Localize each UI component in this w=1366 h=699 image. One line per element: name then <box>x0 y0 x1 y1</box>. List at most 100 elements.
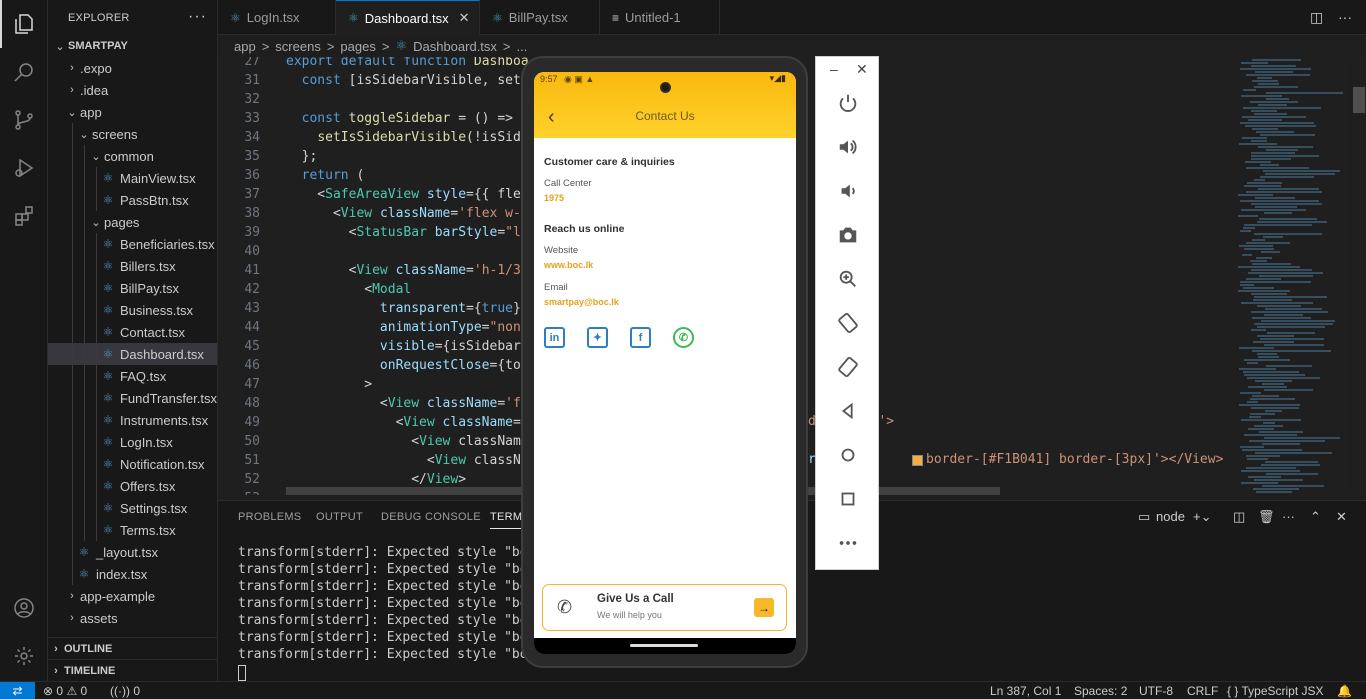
split-editor-icon[interactable]: ◫ <box>1310 9 1323 26</box>
scrollbar-thumb[interactable] <box>1353 87 1365 113</box>
arrow-right-icon[interactable]: → <box>754 598 774 617</box>
account-icon[interactable] <box>0 584 48 632</box>
more-actions-icon[interactable]: ··· <box>188 8 207 26</box>
file-item[interactable]: ⚛ _layout.tsx <box>48 541 217 563</box>
volume-up-icon[interactable] <box>816 127 880 167</box>
tab-debug-console[interactable]: DEBUG CONSOLE <box>381 511 481 523</box>
volume-down-icon[interactable] <box>816 171 880 211</box>
ports-status[interactable]: ((·)) 0 <box>110 684 140 698</box>
file-item[interactable]: ⚛ PassBtn.tsx <box>48 189 217 211</box>
twitter-icon[interactable]: ✦ <box>587 327 608 348</box>
folder-item[interactable]: ⌄ common <box>48 145 217 167</box>
code-line[interactable]: return ( <box>286 168 365 183</box>
problems-status[interactable]: ⊗ 0 ⚠ 0 <box>43 684 87 698</box>
search-icon[interactable] <box>0 48 48 96</box>
more-actions-icon[interactable]: ··· <box>1338 9 1352 25</box>
give-us-a-call-button[interactable]: ✆ Give Us a Call We will help you → <box>542 584 787 631</box>
linkedin-icon[interactable]: in <box>544 327 565 348</box>
more-options-icon[interactable] <box>816 523 880 563</box>
kill-terminal-icon[interactable]: 🗑 <box>1258 509 1275 525</box>
source-control-icon[interactable] <box>0 96 48 144</box>
file-item[interactable]: ⚛ Business.tsx <box>48 299 217 321</box>
close-icon[interactable]: ✕ <box>856 61 868 78</box>
breadcrumb-item[interactable]: ... <box>517 39 528 54</box>
folder-item[interactable]: › .idea <box>48 79 217 101</box>
code-line[interactable]: const [isSidebarVisible, set <box>286 73 521 88</box>
file-item[interactable]: ⚛ index.tsx <box>48 563 217 585</box>
vertical-scrollbar[interactable] <box>1352 57 1366 495</box>
breadcrumb-item[interactable]: screens <box>275 39 321 54</box>
terminal-shell-label[interactable]: node <box>1156 509 1185 524</box>
tab-problems[interactable]: PROBLEMS <box>238 511 302 523</box>
folder-item[interactable]: ⌄ app <box>48 101 217 123</box>
extensions-icon[interactable] <box>0 192 48 240</box>
outline-section[interactable]: › OUTLINE <box>48 637 217 659</box>
rotate-left-icon[interactable] <box>816 303 880 343</box>
code-line[interactable]: export default function Dashboa <box>286 57 529 69</box>
website-link[interactable]: www.boc.lk <box>544 260 593 270</box>
code-line[interactable]: setIsSidebarVisible(!isSide <box>286 130 528 145</box>
file-item[interactable]: ⚛ BillPay.tsx <box>48 277 217 299</box>
home-icon[interactable] <box>816 435 880 475</box>
code-line[interactable]: <View className= <box>286 415 521 430</box>
minimap[interactable] <box>1230 57 1350 495</box>
timeline-section[interactable]: › TIMELINE <box>48 659 217 681</box>
language-mode[interactable]: { } TypeScript JSX <box>1227 684 1324 698</box>
notifications-bell-icon[interactable]: 🔔 <box>1337 684 1352 698</box>
home-gesture-pill[interactable] <box>630 644 698 647</box>
breadcrumb-item[interactable]: app <box>234 39 256 54</box>
indentation[interactable]: Spaces: 2 <box>1074 684 1127 698</box>
file-item[interactable]: ⚛ Settings.tsx <box>48 497 217 519</box>
tab-output[interactable]: OUTPUT <box>316 511 363 523</box>
more-actions-icon[interactable]: ··· <box>1282 509 1295 524</box>
close-panel-icon[interactable]: ✕ <box>1336 509 1347 525</box>
code-line[interactable]: <View classNam <box>286 434 521 449</box>
folder-item[interactable]: › .expo <box>48 57 217 79</box>
settings-gear-icon[interactable] <box>0 632 48 680</box>
maximize-panel-icon[interactable]: ⌃ <box>1310 509 1321 525</box>
folder-item[interactable]: › app-example <box>48 585 217 607</box>
camera-icon[interactable] <box>816 215 880 255</box>
close-tab-icon[interactable]: ✕ <box>459 10 470 26</box>
file-item[interactable]: ⚛ Dashboard.tsx <box>48 343 217 365</box>
file-item[interactable]: ⚛ Beneficiaries.tsx <box>48 233 217 255</box>
project-root[interactable]: ⌄ SMARTPAY <box>48 35 217 57</box>
code-line[interactable]: <SafeAreaView style={{ flex <box>286 187 528 202</box>
zoom-icon[interactable] <box>816 259 880 299</box>
code-line[interactable]: <View classNa <box>286 453 529 468</box>
run-debug-icon[interactable] <box>0 144 48 192</box>
tab-dashboard[interactable]: ⚛ Dashboard.tsx ✕ <box>336 0 480 35</box>
code-line[interactable]: <View className='fl <box>286 396 529 411</box>
split-terminal-icon[interactable]: ◫ <box>1233 509 1245 525</box>
phone-screen[interactable]: 9:57 ◉ ▣ ▲ ▾◢▮ ‹ Contact Us Customer car… <box>534 72 796 654</box>
cursor-position[interactable]: Ln 387, Col 1 <box>990 684 1061 698</box>
remote-icon[interactable]: ⇄ <box>0 682 35 699</box>
file-item[interactable]: ⚛ Terms.tsx <box>48 519 217 541</box>
file-item[interactable]: ⚛ MainView.tsx <box>48 167 217 189</box>
tab-untitled[interactable]: ≡ Untitled-1 <box>600 0 720 35</box>
call-center-number[interactable]: 1975 <box>544 193 564 203</box>
file-item[interactable]: ⚛ FAQ.tsx <box>48 365 217 387</box>
file-item[interactable]: ⚛ FundTransfer.tsx <box>48 387 217 409</box>
encoding[interactable]: UTF-8 <box>1139 684 1173 698</box>
code-line[interactable]: visible={isSidebarV <box>286 339 529 354</box>
line-ending[interactable]: CRLF <box>1187 684 1218 698</box>
breadcrumb-item[interactable]: Dashboard.tsx <box>413 39 497 54</box>
code-line[interactable]: > <box>286 377 372 392</box>
minimize-icon[interactable]: – <box>830 61 838 77</box>
folder-item[interactable]: ⌄ screens <box>48 123 217 145</box>
folder-item[interactable]: ⌄ pages <box>48 211 217 233</box>
folder-item[interactable]: › assets <box>48 607 217 629</box>
file-item[interactable]: ⚛ Offers.tsx <box>48 475 217 497</box>
tab-login[interactable]: ⚛ LogIn.tsx <box>218 0 336 35</box>
rotate-right-icon[interactable] <box>816 347 880 387</box>
code-line[interactable]: const toggleSidebar = () => { <box>286 111 529 126</box>
breadcrumb-item[interactable]: pages <box>340 39 375 54</box>
code-line[interactable]: transparent={true} <box>286 301 521 316</box>
email-link[interactable]: smartpay@boc.lk <box>544 297 619 307</box>
power-icon[interactable] <box>816 83 880 123</box>
file-item[interactable]: ⚛ LogIn.tsx <box>48 431 217 453</box>
color-swatch[interactable] <box>912 455 923 466</box>
code-line[interactable]: <View className='h-1/3 <box>286 263 521 278</box>
code-line[interactable]: <View className='flex w- <box>286 206 521 221</box>
